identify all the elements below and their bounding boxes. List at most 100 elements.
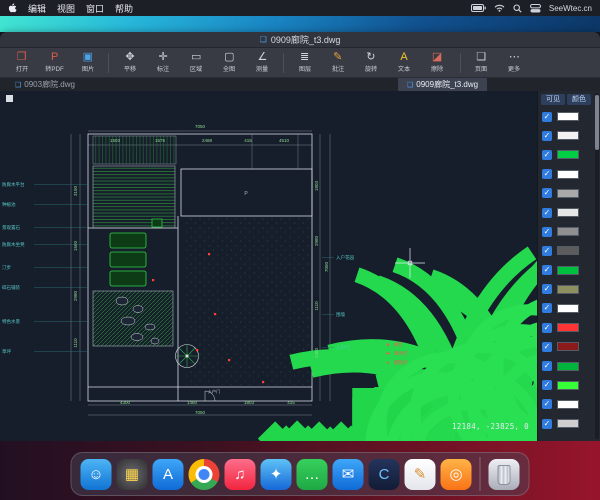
- dock-app-store-icon[interactable]: A: [152, 458, 184, 490]
- svg-text:415: 415: [287, 400, 295, 405]
- layer-color-swatch[interactable]: [557, 419, 579, 429]
- toolbar-button-转PDF[interactable]: P 转PDF: [39, 51, 70, 74]
- layer-visible-checkbox[interactable]: ✓: [542, 188, 552, 199]
- dock-finder-icon[interactable]: ☺: [80, 458, 112, 490]
- layer-visible-checkbox[interactable]: ✓: [542, 322, 552, 333]
- toolbar-button-标注[interactable]: ✛ 标注: [148, 51, 179, 74]
- menu-item-3[interactable]: 帮助: [115, 2, 133, 15]
- layer-color-swatch[interactable]: [557, 361, 579, 371]
- dock-notes-icon[interactable]: ✎: [404, 458, 436, 490]
- layer-color-swatch[interactable]: [557, 169, 579, 179]
- svg-text:汀步: 汀步: [2, 264, 11, 271]
- layer-color-swatch[interactable]: [557, 246, 579, 256]
- toolbar-button-擦除[interactable]: ◪ 擦除: [422, 51, 453, 74]
- layer-color-swatch[interactable]: [557, 342, 579, 352]
- search-icon[interactable]: [513, 3, 522, 13]
- svg-text:1110: 1110: [314, 301, 319, 311]
- tab-0903[interactable]: ❑ 0903廊院.dwg: [6, 78, 84, 91]
- dock-cad-viewer-icon[interactable]: ◎: [440, 458, 472, 490]
- toolbar-button-旋转[interactable]: ↻ 旋转: [355, 51, 386, 74]
- layer-visible-checkbox[interactable]: ✓: [542, 284, 552, 295]
- layer-row-15: ✓: [538, 395, 593, 414]
- layer-visible-checkbox[interactable]: ✓: [542, 341, 552, 352]
- control-center-icon[interactable]: [529, 3, 541, 13]
- svg-text:庭院灯: 庭院灯: [394, 359, 408, 366]
- layer-color-swatch[interactable]: [557, 188, 579, 198]
- toolbar-button-文本[interactable]: A 文本: [388, 51, 419, 74]
- layer-visible-checkbox[interactable]: ✓: [542, 111, 552, 122]
- svg-text:2980: 2980: [73, 290, 78, 301]
- layer-color-swatch[interactable]: [557, 380, 579, 390]
- toolbar-button-批注[interactable]: ✎ 批注: [322, 51, 353, 74]
- svg-text:7050: 7050: [324, 261, 329, 272]
- menu-item-2[interactable]: 窗口: [86, 2, 104, 15]
- toolbar-button-label: 擦除: [430, 66, 444, 73]
- cad-app-window: ❑ 0909廊院_t3.dwg ❐ 打开 P 转PDF ▣ 图片 ✥ 平移 ✛ 标注 ▭ 区域 ▢ 全图 ∠…: [0, 32, 600, 441]
- toolbar-button-打开[interactable]: ❐ 打开: [6, 51, 37, 74]
- menu-item-0[interactable]: 编辑: [28, 2, 46, 15]
- layers-scrollbar[interactable]: [595, 93, 599, 439]
- layer-visible-checkbox[interactable]: ✓: [542, 399, 552, 410]
- dock-mail-icon[interactable]: ✉: [332, 458, 364, 490]
- toolbar-separator: [283, 52, 284, 73]
- toolbar-button-label: 测量: [256, 66, 269, 73]
- layer-color-swatch[interactable]: [557, 284, 579, 294]
- layer-color-swatch[interactable]: [557, 131, 579, 141]
- layer-row-7: ✓: [538, 241, 593, 260]
- menubar-status-text[interactable]: SeeWtec.cn: [549, 4, 592, 13]
- layer-visible-checkbox[interactable]: ✓: [542, 207, 552, 218]
- 测量-icon: ∠: [257, 51, 268, 63]
- toolbar-button-图层[interactable]: ≣ 图层: [289, 51, 320, 74]
- dock-launchpad-icon[interactable]: ▦: [116, 458, 148, 490]
- layer-visible-checkbox[interactable]: ✓: [542, 380, 552, 391]
- toolbar-button-更多[interactable]: ⋯ 更多: [499, 51, 530, 74]
- layer-row-5: ✓: [538, 203, 593, 222]
- toolbar-button-测量[interactable]: ∠ 测量: [247, 51, 278, 74]
- dock-messages-icon[interactable]: …: [296, 458, 328, 490]
- layer-visible-checkbox[interactable]: ✓: [542, 265, 552, 276]
- layer-visible-checkbox[interactable]: ✓: [542, 245, 552, 256]
- dock-chrome-icon[interactable]: [188, 458, 220, 490]
- layer-visible-checkbox[interactable]: ✓: [542, 149, 552, 160]
- menu-item-1[interactable]: 视图: [57, 2, 75, 15]
- svg-text:■: ■: [387, 342, 390, 347]
- layer-color-swatch[interactable]: [557, 112, 579, 122]
- layer-color-swatch[interactable]: [557, 150, 579, 160]
- 图片-icon: ▣: [82, 51, 94, 63]
- dock-safari-icon[interactable]: ✦: [260, 458, 292, 490]
- desktop-wallpaper-bottom: ☺ ▦ A ♫ ✦… ✉ C ✎ ◎: [0, 441, 600, 500]
- layer-color-swatch[interactable]: [557, 227, 579, 237]
- dock-cad-editor-icon[interactable]: C: [368, 458, 400, 490]
- toolbar-separator: [108, 52, 110, 73]
- battery-icon[interactable]: [470, 4, 486, 12]
- svg-text:入户门: 入户门: [336, 344, 350, 351]
- layer-visible-checkbox[interactable]: ✓: [542, 226, 552, 237]
- layer-visible-checkbox[interactable]: ✓: [542, 303, 552, 314]
- layer-color-swatch[interactable]: [557, 303, 579, 313]
- wifi-icon[interactable]: [494, 4, 505, 12]
- layer-visible-checkbox[interactable]: ✓: [542, 418, 552, 429]
- layer-color-swatch[interactable]: [557, 323, 579, 333]
- layer-color-swatch[interactable]: [557, 399, 579, 409]
- toolbar-button-全图[interactable]: ▢ 全图: [214, 51, 245, 74]
- toolbar-button-label: 平移: [123, 66, 137, 73]
- apple-menu-icon[interactable]: [8, 2, 17, 14]
- toolbar-button-区域[interactable]: ▭ 区域: [181, 51, 212, 74]
- toolbar-button-页面[interactable]: ❏ 页面: [466, 51, 497, 74]
- cursor-coordinates: 12184, -23825, 0: [451, 422, 529, 431]
- layer-color-swatch[interactable]: [557, 265, 579, 275]
- dock-trash-icon[interactable]: [488, 458, 520, 490]
- layers-scrollbar-thumb[interactable]: [595, 95, 599, 150]
- layer-color-swatch[interactable]: [557, 208, 579, 218]
- tab-0909-active[interactable]: ❑ 0909廊院_t3.dwg: [398, 78, 488, 91]
- toolbar-button-label: 旋转: [364, 66, 378, 73]
- layers-color-column-button[interactable]: 颜色: [567, 94, 591, 105]
- cad-canvas[interactable]: 7050 1503 1575 2488 415 4510 3150 1560 2980 1110 1…: [0, 91, 537, 441]
- layers-visible-column-button[interactable]: 可见: [541, 94, 565, 105]
- dock-music-icon[interactable]: ♫: [224, 458, 256, 490]
- toolbar-button-图片[interactable]: ▣ 图片: [72, 51, 103, 74]
- layer-visible-checkbox[interactable]: ✓: [542, 361, 552, 372]
- layer-visible-checkbox[interactable]: ✓: [542, 130, 552, 141]
- toolbar-button-平移[interactable]: ✥ 平移: [114, 51, 145, 74]
- layer-visible-checkbox[interactable]: ✓: [542, 169, 552, 180]
